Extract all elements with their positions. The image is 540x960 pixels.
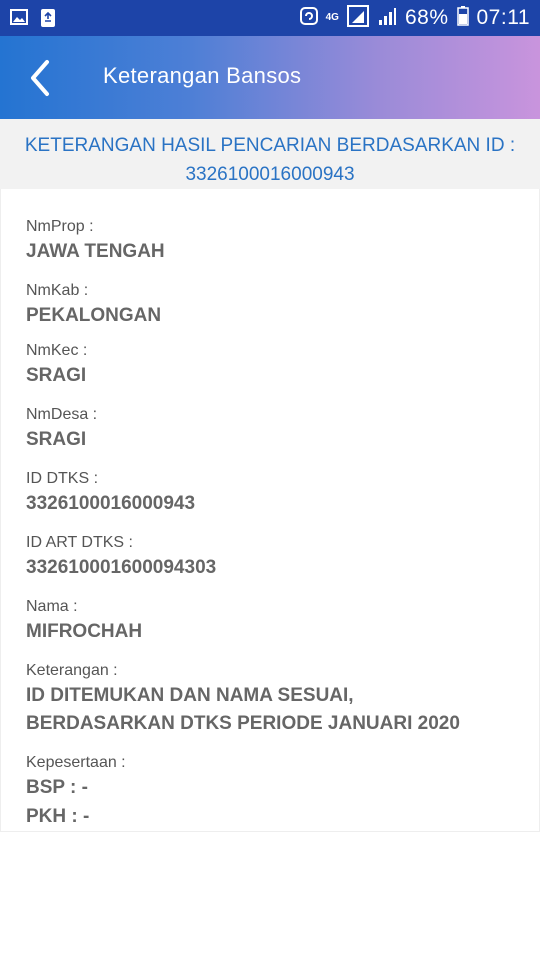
keterangan-value-line1: ID DITEMUKAN DAN NAMA SESUAI, <box>26 685 354 706</box>
result-heading-id: 3326100016000943 <box>185 164 355 185</box>
nmdesa-label: NmDesa : <box>26 406 98 423</box>
nmkab-label: NmKab : <box>26 282 89 299</box>
system-status-icons: 4G 68% 07:11 <box>299 4 530 32</box>
nama-value: MIFROCHAH <box>26 621 143 642</box>
back-arrow-icon <box>31 60 49 96</box>
nmkec-label: NmKec : <box>26 342 88 359</box>
battery-percentage: 68% <box>404 6 449 29</box>
gallery-icon <box>10 8 28 33</box>
detail-card: NmProp : JAWA TENGAH NmKab : PEKALONGAN … <box>0 189 540 832</box>
page-title: Keterangan Bansos <box>103 63 302 88</box>
signal-icon-sim2 <box>377 6 397 31</box>
status-bar: 4G 68% 07:11 <box>0 0 540 36</box>
keterangan-value-line2: BERDASARKAN DTKS PERIODE JANUARI 2020 <box>26 713 460 734</box>
keterangan-label: Keterangan : <box>26 662 118 679</box>
kepesertaan-label: Kepesertaan : <box>26 754 126 771</box>
pkh-status: PKH : - <box>26 806 90 827</box>
nmprop-label: NmProp : <box>26 218 94 235</box>
nmdesa-value: SRAGI <box>26 429 87 450</box>
bsp-status: BSP : - <box>26 777 88 798</box>
signal-icon-sim1 <box>346 4 369 32</box>
result-heading: KETERANGAN HASIL PENCARIAN BERDASARKAN I… <box>0 119 540 189</box>
id-dtks-label: ID DTKS : <box>26 470 99 487</box>
nmprop-value: JAWA TENGAH <box>26 241 165 262</box>
nmkec-value: SRAGI <box>26 365 87 386</box>
nmkab-value: PEKALONGAN <box>26 305 162 326</box>
network-type-label: 4G <box>325 12 339 23</box>
result-heading-line1: KETERANGAN HASIL PENCARIAN BERDASARKAN I… <box>24 135 516 156</box>
id-dtks-value: 3326100016000943 <box>26 493 196 514</box>
id-art-dtks-label: ID ART DTKS : <box>26 534 133 551</box>
battery-icon <box>456 5 469 31</box>
id-art-dtks-value: 332610001600094303 <box>26 557 217 578</box>
notification-icons <box>10 8 56 33</box>
recycle-icon <box>40 8 56 33</box>
back-button[interactable] <box>22 56 62 100</box>
data-saver-icon <box>299 6 318 30</box>
app-bar: Keterangan Bansos <box>0 36 540 119</box>
clock: 07:11 <box>476 6 530 29</box>
nama-label: Nama : <box>26 598 78 615</box>
